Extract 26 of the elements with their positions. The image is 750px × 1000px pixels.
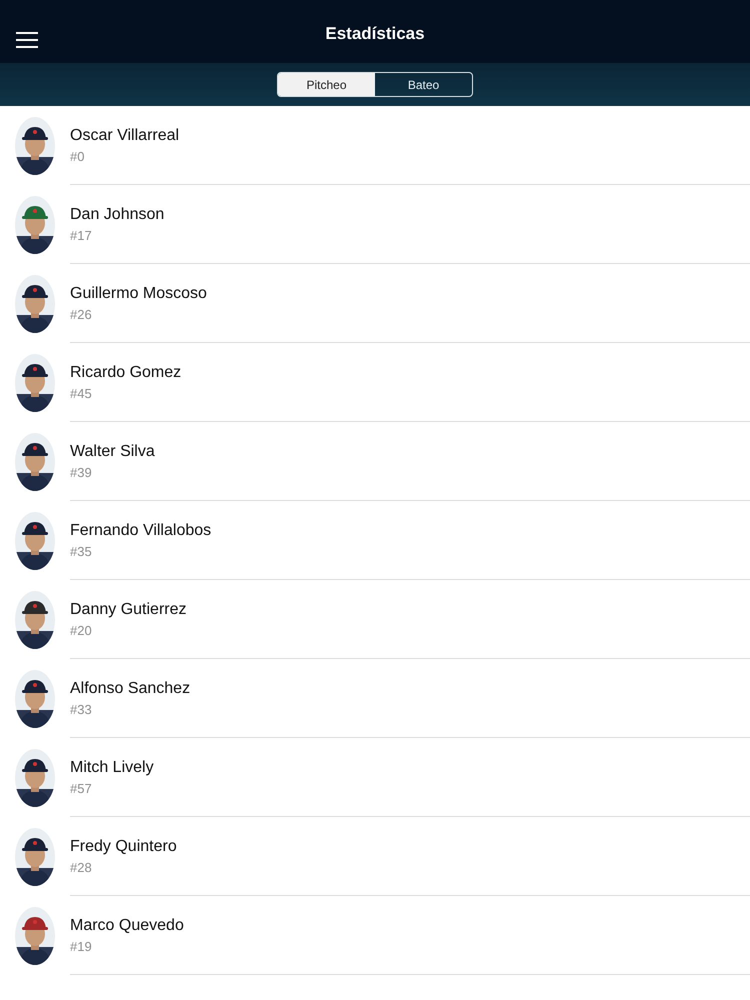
player-number: #33 — [70, 702, 93, 716]
player-name: Guillermo Moscoso — [70, 284, 208, 302]
segment-tab[interactable]: Bateo — [375, 73, 472, 96]
player-name: Walter Silva — [70, 442, 156, 460]
player-name: Fredy Quintero — [70, 838, 178, 856]
player-number: #0 — [70, 148, 86, 164]
player-number: #45 — [70, 386, 93, 400]
player-number: #19 — [70, 938, 93, 954]
player-name: Alfonso Sanchez — [70, 680, 192, 698]
screen-title: Estadísticas — [325, 24, 425, 44]
player-name: Mitch Lively — [70, 758, 155, 776]
player-name: Danny Gutierrez — [70, 600, 188, 618]
player-number: #17 — [70, 228, 93, 242]
player-number: #35 — [70, 544, 93, 558]
player-number: #20 — [70, 622, 93, 638]
player-name: Marco Quevedo — [70, 916, 185, 934]
player-number: #26 — [70, 306, 93, 322]
player-number: #39 — [70, 464, 93, 480]
player-name: Dan Johnson — [70, 206, 166, 224]
player-name: Oscar Villarreal — [70, 126, 180, 144]
menu-icon[interactable] — [16, 32, 38, 48]
player-number: #57 — [70, 780, 93, 796]
player-number: #28 — [70, 860, 93, 874]
player-name: Ricardo Gomez — [70, 364, 182, 382]
segment-tab[interactable]: Pitcheo — [278, 73, 375, 96]
player-name: Fernando Villalobos — [70, 522, 212, 540]
